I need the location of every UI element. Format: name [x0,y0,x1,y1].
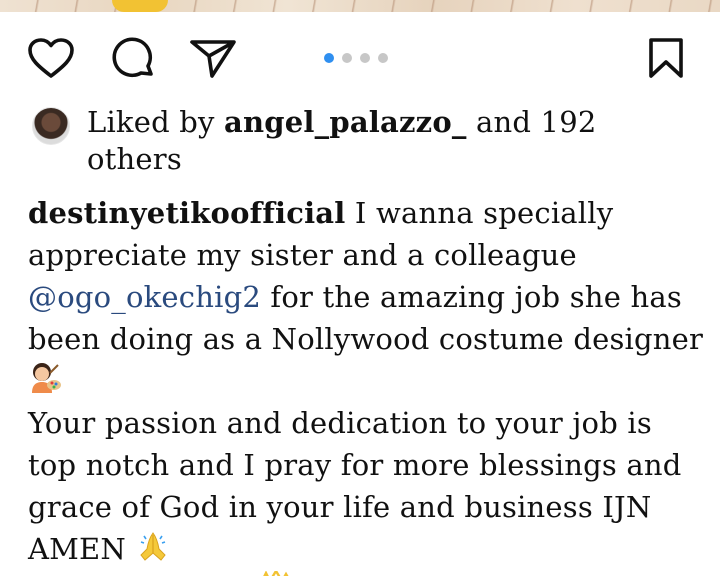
caption-author[interactable]: destinyetikoofficial [28,196,346,230]
photo-yellow-object [112,0,168,12]
carousel-indicator [324,52,388,64]
cutoff-emoji [256,566,296,576]
carousel-dot [360,53,370,63]
liked-by-prefix: Liked by [87,105,225,139]
caption-text-3: Your passion and dedication to your job … [28,406,682,566]
post-caption: destinyetikoofficial I wanna specially a… [28,192,708,570]
send-icon[interactable] [188,36,238,80]
action-bar [0,26,720,88]
likes-summary: Liked by angel_palazzo_ and 192 others [32,104,692,178]
carousel-dot [378,53,388,63]
post-image-edge [0,0,720,12]
heart-icon[interactable] [26,36,76,80]
carousel-dot [342,53,352,63]
photo-texture [0,0,720,12]
carousel-dot-active [324,53,334,63]
liker-avatar[interactable] [32,107,70,145]
comment-icon[interactable] [108,36,158,80]
woman-artist-emoji [28,361,62,395]
likes-text: Liked by angel_palazzo_ and 192 others [87,104,692,178]
caption-mention[interactable]: @ogo_okechig2 [28,280,261,314]
bookmark-icon[interactable] [644,36,688,80]
liker-username[interactable]: angel_palazzo_ [224,105,467,139]
folded-hands-emoji [135,529,171,563]
